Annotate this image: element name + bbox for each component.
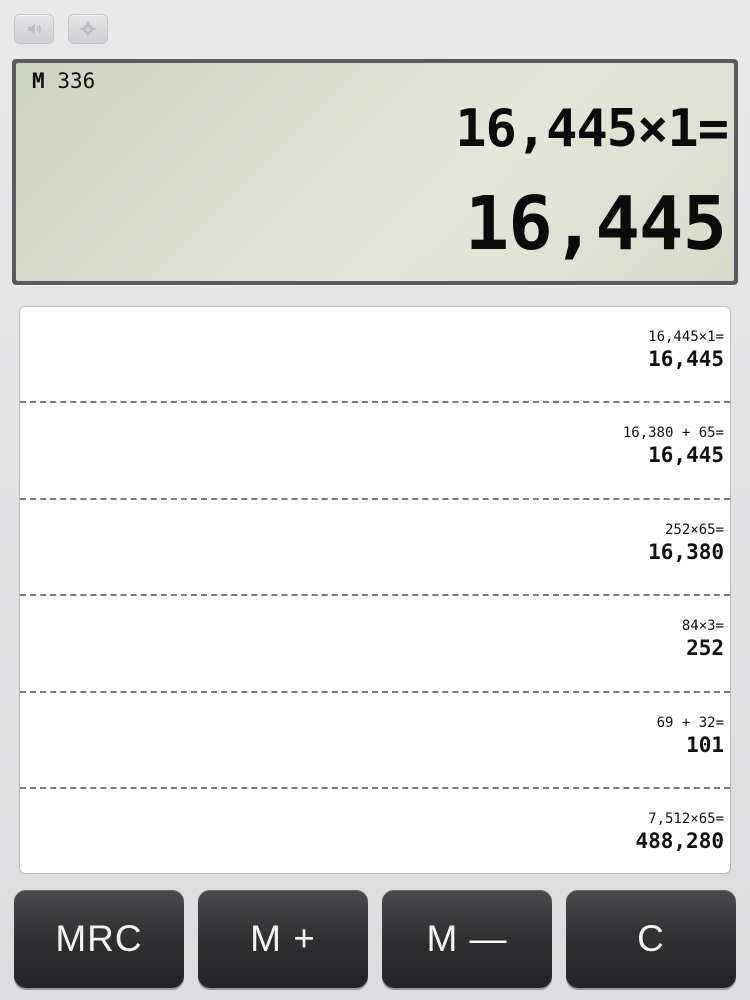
memory-value: 336	[57, 69, 96, 93]
tape-entry[interactable]: 16,445×1= 16,445	[20, 307, 730, 404]
memory-plus-button[interactable]: M +	[198, 890, 368, 988]
display-frame: M 336 16,445×1= 16,445	[12, 59, 738, 285]
tape-expression: 69 + 32=	[656, 714, 724, 731]
settings-button[interactable]	[68, 14, 108, 44]
memory-keypad: MRC M + M — C	[0, 884, 750, 1000]
tape-entry[interactable]: 16,380 + 65= 16,445	[20, 403, 730, 501]
tape-result: 488,280	[635, 828, 724, 853]
tape-expression: 7,512×65=	[648, 810, 724, 827]
tape-result: 101	[686, 732, 724, 757]
speaker-icon	[28, 23, 41, 35]
gear-icon	[80, 21, 96, 37]
tape-result: 16,445	[648, 443, 724, 468]
display-result: 16,445	[464, 181, 727, 267]
tape-expression: 16,445×1=	[648, 329, 724, 345]
tape-expression: 252×65=	[664, 521, 724, 538]
tape-entry[interactable]: 7,512×65= 488,280	[20, 789, 730, 873]
sound-button[interactable]	[14, 14, 54, 44]
tape-expression: 84×3=	[681, 618, 724, 635]
tape-expression: 16,380 + 65=	[622, 425, 724, 442]
tape-entry[interactable]: 252×65= 16,380	[20, 500, 730, 597]
memory-indicator: M	[32, 69, 45, 93]
tape-entry[interactable]: 69 + 32= 101	[20, 693, 730, 790]
clear-button[interactable]: C	[566, 890, 736, 988]
memory-readout: M 336	[32, 69, 95, 93]
tape-entry[interactable]: 84×3= 252	[20, 596, 730, 693]
lcd-display: M 336 16,445×1= 16,445	[16, 63, 734, 281]
top-toolbar	[0, 0, 750, 58]
history-tape[interactable]: 16,445×1= 16,445 16,380 + 65= 16,445 252…	[19, 306, 731, 874]
display-expression: 16,445×1=	[455, 99, 729, 159]
tape-result: 16,380	[648, 539, 724, 564]
tape-result: 252	[686, 636, 724, 661]
memory-minus-button[interactable]: M —	[382, 890, 552, 988]
tape-result: 16,445	[648, 347, 724, 371]
mrc-button[interactable]: MRC	[14, 890, 184, 988]
